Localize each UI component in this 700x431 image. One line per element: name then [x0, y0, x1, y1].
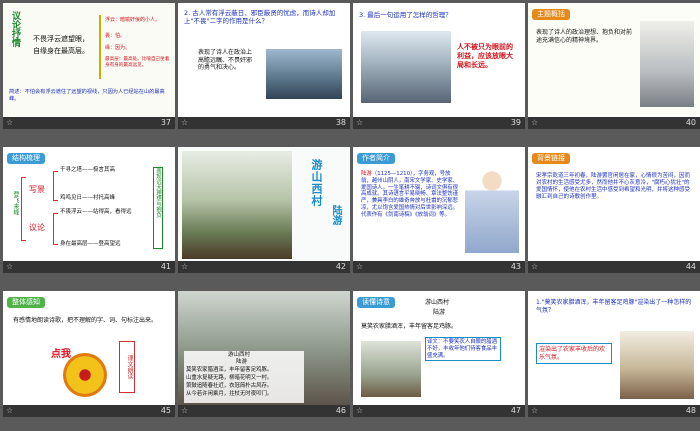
star-icon: ☆ — [531, 118, 539, 127]
background-text: 宋孝宗乾道三年初春，陆游罢官闲居在家，心情很为苦闷，因而对农村的生活感受尤多，然… — [536, 173, 691, 200]
slide-44[interactable]: 背景链接 宋孝宗乾道三年初春，陆游罢官闲居在家，心情很为苦闷，因而对农村的生活感… — [528, 147, 700, 273]
slide-number: 39 — [510, 118, 521, 127]
slide-42[interactable]: 游山西村 陆游 ☆ 42 — [178, 147, 350, 273]
slide-41[interactable]: 结构梳理 登飞来峰 写景 议论 千寻之塔——极言其高 鸡鸣见日——衬托高峰 不畏… — [3, 147, 175, 273]
note-2: 畏：怕。 — [105, 33, 126, 39]
slide-46[interactable]: 游山西村 陆游 莫笑农家腊酒浑，丰年留客足鸡豚。 山重水复疑无路，柳暗花明又一村… — [178, 291, 350, 417]
star-icon: ☆ — [6, 406, 14, 415]
group-argue: 议论 — [29, 223, 45, 232]
theme-text: 表现了诗人的政治理想、抱负和对前途充满信心的精神境界。 — [536, 29, 633, 44]
slide-number: 37 — [160, 118, 171, 127]
bottom-note: 简述：不怕会有浮云遮住了远望的视线，只因为人已经站在山的最高峰。 — [9, 89, 165, 102]
slide-45[interactable]: 整体感知 有感情地朗读诗歌，把不理解的字、词、句标注出来。 点我 课文朗读 ☆ 4… — [3, 291, 175, 417]
poem-title: 游山西村 — [310, 159, 323, 207]
poem-line-2: 自缘身在最高层。 — [33, 47, 89, 55]
author-name: 陆游 — [361, 171, 372, 177]
answer: 人不被只为眼前的利益，应该放眼大局和长远。 — [457, 43, 513, 69]
section-tag: 背景链接 — [532, 153, 570, 164]
poem-line-3: 箫鼓追随春社近，衣冠简朴古风存。 — [186, 383, 273, 389]
question: 2. 古人常有浮云蔽日、邪臣蔽贤的忧虑，而诗人却加上"不畏"二字的作用是什么？ — [184, 9, 336, 26]
star-icon: ☆ — [6, 262, 14, 271]
slide-number: 48 — [685, 406, 696, 415]
section-tag: 作者简介 — [357, 153, 395, 164]
portrait-image — [465, 163, 519, 253]
slide-number: 41 — [160, 262, 171, 271]
poem-line-2: 山重水复疑无路，柳暗花明又一村。 — [186, 375, 273, 381]
star-icon: ☆ — [181, 406, 189, 415]
section-tag: 主题概括 — [532, 9, 570, 20]
poem-line-1: 不畏浮云遮望眼， — [33, 35, 89, 43]
mountain-image — [266, 49, 342, 99]
poem-line-1: 莫笑农家腊酒浑，丰年留客足鸡豚。 — [186, 367, 273, 373]
poem-box: 游山西村 陆游 莫笑农家腊酒浑，丰年留客足鸡豚。 山重水复疑无路，柳暗花明又一村… — [184, 351, 304, 403]
star-icon: ☆ — [6, 118, 14, 127]
answer: 表现了诗人在政治上高瞻远瞩、不畏奸邪的勇气和决心。 — [198, 49, 253, 71]
poem-line-4: 从今若许闲乘月，拄杖无时夜叩门。 — [186, 391, 273, 397]
divider — [99, 15, 101, 79]
section-tag: 结构梳理 — [7, 153, 45, 164]
poem-title: 游山西村 — [228, 352, 251, 358]
slide-37[interactable]: 议论抒情 不畏浮云遮望眼， 自缘身在最高层。 浮云：暗喻奸佞的小人。 畏：怕。 … — [3, 3, 175, 129]
poem-author: 陆游 — [330, 205, 341, 225]
slide-43[interactable]: 作者简介 陆游（1125—1210），字务观，号放翁，越州山阴人，南宋文学家、史… — [353, 147, 525, 273]
question: 3. 最后一句运用了怎样的哲理？ — [359, 11, 452, 19]
farmhouse-image — [361, 341, 421, 397]
poem-line: 莫笑农家腊酒浑，丰年留客足鸡豚。 — [361, 323, 458, 330]
structure-line-1: 千寻之塔——极言其高 — [60, 167, 116, 173]
reading-box[interactable]: 课文朗读 — [119, 341, 135, 393]
click-badge[interactable]: 点我 — [51, 345, 71, 360]
structure-line-3: 不畏浮云——站得高，看得远 — [60, 209, 132, 215]
cloud-mountain-image — [361, 31, 451, 103]
side-label: 登飞来峰 — [12, 191, 19, 215]
poem-author: 陆游 — [236, 359, 248, 365]
poem-author: 陆游 — [433, 309, 446, 316]
painting-image — [640, 21, 694, 107]
note-1: 浮云：暗喻奸佞的小人。 — [105, 17, 161, 23]
note-3: 缘：因为。 — [105, 45, 131, 51]
section-tag: 读懂诗意 — [357, 297, 395, 308]
section-tag: 整体感知 — [7, 297, 45, 308]
slide-38[interactable]: 2. 古人常有浮云蔽日、邪臣蔽贤的忧虑，而诗人却加上"不畏"二字的作用是什么？ … — [178, 3, 350, 129]
bullet-text: 有感情地朗读诗歌，把不理解的字、词、句标注出来。 — [13, 317, 158, 324]
slide-number: 42 — [335, 262, 346, 271]
answer: 渲染出了农家丰收后的欢乐气氛。 — [536, 343, 612, 364]
star-icon: ☆ — [181, 118, 189, 127]
star-icon: ☆ — [531, 406, 539, 415]
slide-39[interactable]: 3. 最后一句运用了怎样的哲理？ 人不被只为眼前的利益，应该放眼大局和长远。 ☆… — [353, 3, 525, 129]
translation-box: 译文：不要笑农人自酿的腊酒不好，丰收年他们待客食品丰盛充满。 — [425, 337, 501, 362]
slide-number: 47 — [510, 406, 521, 415]
village-painting — [182, 151, 292, 259]
slide-number: 44 — [685, 262, 696, 271]
right-label: 表现远大理想与抱负 — [153, 167, 163, 249]
question: 1."莫笑农家腊酒浑，丰年留客足鸡豚"渲染出了一种怎样的气氛？ — [536, 299, 692, 314]
feast-painting — [620, 331, 694, 399]
star-icon: ☆ — [356, 406, 364, 415]
vertical-title: 议论抒情 — [10, 11, 20, 47]
slide-48[interactable]: 1."莫笑农家腊酒浑，丰年留客足鸡豚"渲染出了一种怎样的气氛？ 渲染出了农家丰收… — [528, 291, 700, 417]
slide-47[interactable]: 读懂诗意 游山西村 陆游 莫笑农家腊酒浑，丰年留客足鸡豚。 译文：不要笑农人自酿… — [353, 291, 525, 417]
structure-line-4: 身在最高层——登高望远 — [60, 241, 121, 247]
slide-number: 40 — [685, 118, 696, 127]
star-icon: ☆ — [356, 262, 364, 271]
bracket — [53, 213, 58, 245]
star-icon: ☆ — [531, 262, 539, 271]
poem-title: 游山西村 — [425, 299, 450, 306]
author-bio: （1125—1210），字务观，号放翁，越州山阴人，南宋文学家、史学家、爱国诗人… — [361, 171, 459, 218]
slide-number: 38 — [335, 118, 346, 127]
bracket — [21, 177, 26, 241]
star-icon: ☆ — [356, 118, 364, 127]
slide-number: 45 — [160, 406, 171, 415]
bracket — [53, 171, 58, 201]
group-scene: 写景 — [29, 185, 45, 194]
slide-number: 46 — [335, 406, 346, 415]
slide-40[interactable]: 主题概括 表现了诗人的政治理想、抱负和对前途充满信心的精神境界。 ☆ 40 — [528, 3, 700, 129]
note-4: 最高层：最高处。比喻自己坐着身有身的最高远见。 — [105, 57, 170, 68]
star-icon: ☆ — [181, 262, 189, 271]
structure-line-2: 鸡鸣见日——衬托高峰 — [60, 195, 116, 201]
slide-number: 43 — [510, 262, 521, 271]
